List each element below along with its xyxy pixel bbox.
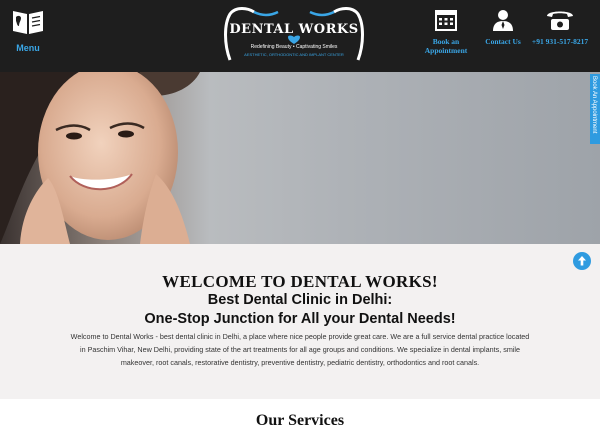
welcome-body: Welcome to Dental Works - best dental cl… [70, 332, 530, 367]
menu-book-icon [13, 11, 43, 34]
welcome-subtitle-line1: Best Dental Clinic in Delhi: [207, 292, 393, 308]
phone-link[interactable]: +91 931-517-8217 [528, 8, 592, 46]
welcome-section: WELCOME TO DENTAL WORKS! Best Dental Cli… [0, 244, 600, 399]
services-section: Our Services [0, 399, 600, 434]
logo-tagline: Redefining Beauty • Captivating Smiles [250, 44, 338, 50]
contact-us-link[interactable]: Contact Us [478, 8, 528, 46]
contact-us-label: Contact Us [485, 37, 521, 46]
phone-icon [547, 11, 573, 30]
phone-number: +91 931-517-8217 [531, 37, 589, 46]
book-appointment-side-tab[interactable]: Book An Appointment [590, 74, 600, 144]
contact-person-icon [493, 10, 513, 31]
book-appointment-label-line1: Book an [432, 37, 460, 46]
smiling-woman-photo [0, 72, 200, 244]
site-header: Menu DENTAL WORKS Redefining Beauty • Ca… [0, 0, 600, 72]
hero-image [0, 72, 600, 244]
services-title: Our Services [255, 412, 345, 429]
scroll-to-top-button[interactable] [573, 252, 591, 270]
book-appointment-label-line2: Appointment [424, 46, 468, 55]
welcome-title: WELCOME TO DENTAL WORKS! [162, 272, 438, 291]
welcome-subtitle-line2: One-Stop Junction for All your Dental Ne… [144, 311, 456, 327]
logo-subtitle: AESTHETIC, ORTHODONTIC AND IMPLANT CENTE… [244, 52, 344, 57]
menu-button[interactable]: Menu [8, 8, 48, 53]
arrow-up-icon [578, 256, 586, 266]
side-tab-label: Book An Appointment [591, 76, 597, 134]
site-logo[interactable]: DENTAL WORKS Redefining Beauty • Captiva… [222, 6, 366, 64]
logo-title: DENTAL WORKS [229, 22, 359, 37]
menu-label: Menu [16, 43, 40, 53]
book-appointment-link[interactable]: Book an Appointment [420, 8, 472, 55]
calendar-icon [435, 10, 457, 31]
